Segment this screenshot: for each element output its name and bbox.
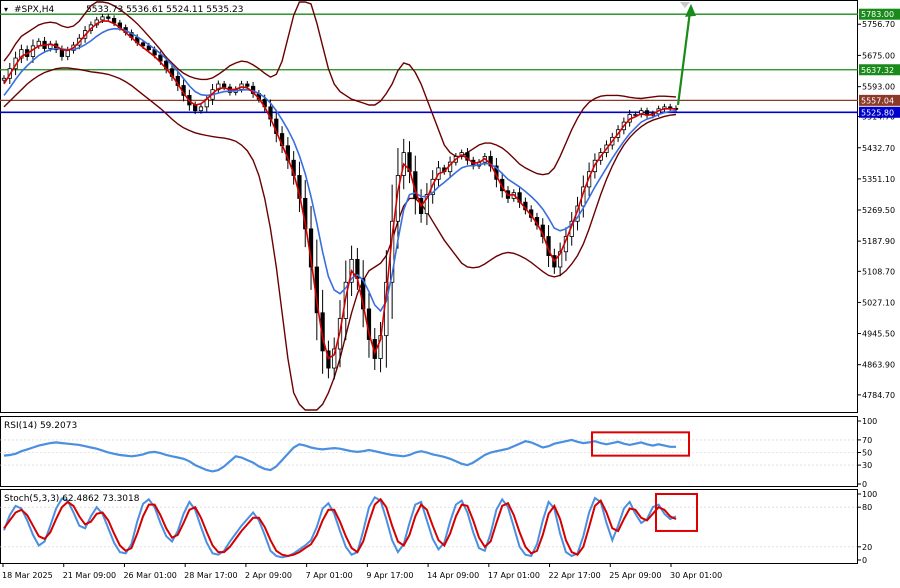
price-tick-label: 4945.50: [862, 330, 895, 339]
price-tick-label: 5432.70: [862, 144, 895, 153]
candle-body: [106, 16, 111, 19]
candle-body: [140, 42, 146, 47]
price-tick-label: 5269.50: [862, 206, 895, 215]
time-tick-label: 26 Mar 01:00: [123, 571, 176, 580]
time-tick-label: 14 Apr 09:00: [427, 571, 479, 580]
time-tick-label: 25 Apr 09:00: [609, 571, 661, 580]
candle-body: [1, 77, 7, 81]
rsi-tick-label: 30: [862, 461, 872, 470]
time-tick-label: 21 Mar 09:00: [63, 571, 116, 580]
rsi-tick-label: 70: [862, 436, 872, 445]
price-tick-label: 5756.70: [862, 20, 895, 29]
candle-body: [65, 50, 70, 57]
time-tick-label: 18 Mar 2025: [2, 571, 53, 580]
price-tick-label: 5027.10: [862, 298, 895, 307]
time-tick-label: 22 Apr 17:00: [549, 571, 601, 580]
candle-body: [245, 83, 250, 87]
stoch-label: Stoch(5,3,3) 62.4862 73.3018: [4, 494, 140, 504]
candle-body: [222, 83, 227, 88]
time-tick-label: 28 Mar 17:00: [184, 571, 237, 580]
level-tag-label: 5525.80: [861, 108, 894, 117]
price-tick-label: 5593.00: [862, 83, 895, 92]
level-tag-label: 5783.00: [861, 10, 894, 19]
rsi-tick-label: 0: [862, 480, 867, 489]
chart-canvas[interactable]: 5756.705675.005593.005514.705432.705351.…: [0, 0, 900, 584]
time-tick-label: 30 Apr 01:00: [670, 571, 722, 580]
candle-body: [198, 106, 204, 112]
stoch-tick-label: 0: [862, 556, 867, 565]
level-tag-label: 5557.04: [861, 96, 894, 105]
price-tick-label: 5351.10: [862, 175, 895, 184]
price-tick-label: 4784.70: [862, 391, 895, 400]
time-tick-label: 17 Apr 01:00: [488, 571, 540, 580]
price-tick-label: 5675.00: [862, 51, 895, 60]
stoch-tick-label: 20: [862, 543, 872, 552]
price-tick-label: 5108.70: [862, 267, 895, 276]
chart-symbol-icon: ▾: [4, 5, 8, 14]
time-tick-label: 2 Apr 09:00: [245, 571, 292, 580]
rsi-label: RSI(14) 59.2073: [4, 421, 77, 431]
stoch-tick-label: 80: [862, 503, 872, 512]
time-tick-label: 9 Apr 17:00: [366, 571, 413, 580]
time-tick-label: 7 Apr 01:00: [306, 571, 353, 580]
chart-ohlc: 5533.73 5536.61 5524.11 5535.23: [86, 5, 243, 15]
price-tick-label: 4863.90: [862, 361, 895, 370]
stoch-tick-label: 100: [862, 490, 877, 499]
price-tick-label: 5187.90: [862, 237, 895, 246]
chart-symbol: #SPX,H4: [14, 5, 54, 15]
rsi-tick-label: 100: [862, 417, 877, 426]
level-tag-label: 5637.32: [861, 66, 894, 75]
candle-body: [59, 49, 65, 57]
candle-body: [100, 16, 105, 21]
rsi-tick-label: 50: [862, 449, 872, 458]
trading-chart-window: 5756.705675.005593.005514.705432.705351.…: [0, 0, 900, 584]
